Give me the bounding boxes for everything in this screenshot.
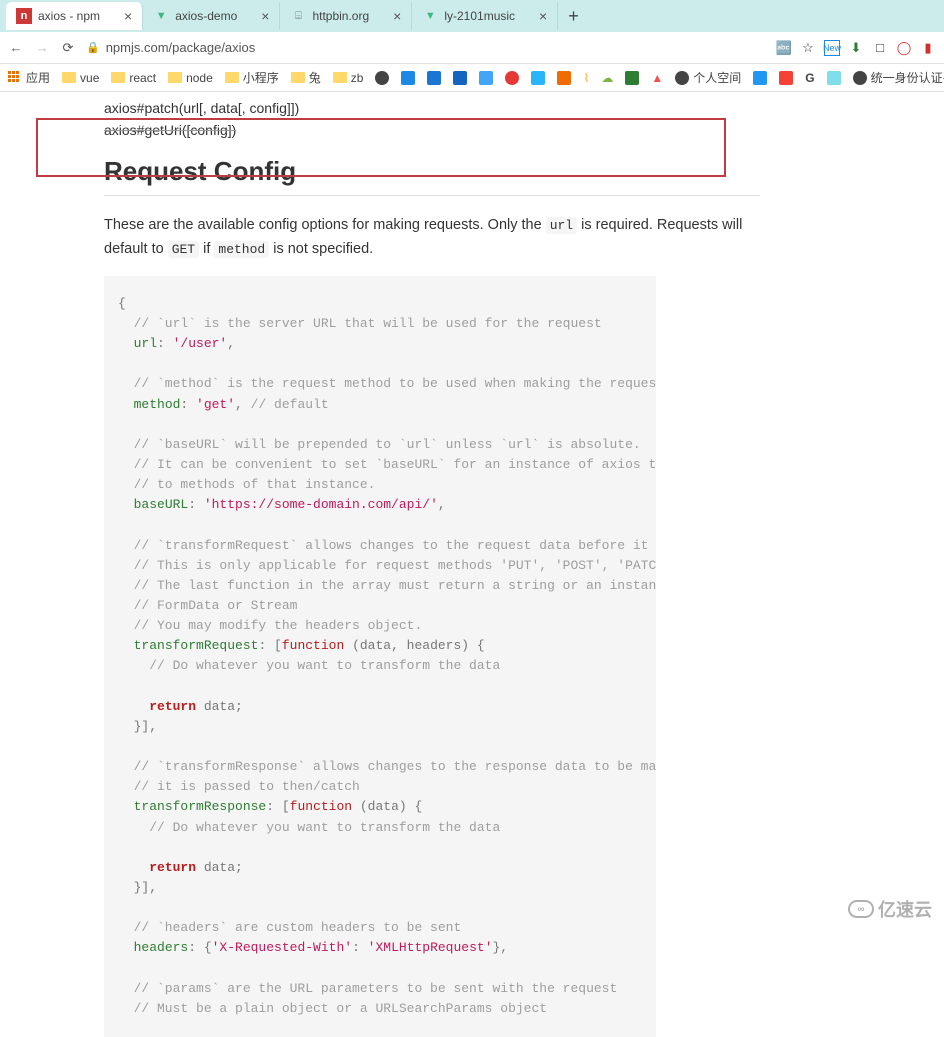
npm-icon: n bbox=[16, 8, 32, 24]
folder-icon bbox=[168, 72, 182, 83]
bookmark-folder[interactable]: 兔 bbox=[291, 69, 321, 86]
bookmark-icon[interactable] bbox=[531, 71, 545, 85]
folder-icon bbox=[111, 72, 125, 83]
flag-icon bbox=[625, 71, 639, 85]
bookmark-folder[interactable]: vue bbox=[62, 71, 99, 85]
bookmark-icon[interactable] bbox=[427, 71, 441, 85]
mi-icon bbox=[827, 71, 841, 85]
folder-icon bbox=[333, 72, 347, 83]
zhi-icon bbox=[453, 71, 467, 85]
code-method: method bbox=[214, 241, 269, 258]
h-icon bbox=[753, 71, 767, 85]
ext-opera-icon[interactable]: ◯ bbox=[896, 40, 912, 56]
close-icon[interactable]: × bbox=[393, 8, 401, 24]
close-icon[interactable]: × bbox=[261, 8, 269, 24]
bookmark-folder[interactable]: node bbox=[168, 71, 213, 85]
page-content: axios#patch(url[, data[, config]]) axios… bbox=[0, 92, 760, 1037]
folder-icon bbox=[291, 72, 305, 83]
tab-label: axios - npm bbox=[38, 9, 100, 23]
tab-label: axios-demo bbox=[175, 9, 237, 23]
watermark: ∞ 亿速云 bbox=[848, 896, 932, 922]
bookmark-icon[interactable] bbox=[625, 71, 639, 85]
address-bar: ← → ⟳ 🔒 npmjs.com/package/axios 🔤 ☆ New … bbox=[0, 32, 944, 64]
translate-icon[interactable]: 🔤 bbox=[776, 40, 792, 56]
new-tab-button[interactable]: + bbox=[568, 6, 579, 27]
bookmark-icon[interactable] bbox=[557, 71, 571, 85]
bili-icon bbox=[531, 71, 545, 85]
ext-f-icon[interactable]: ▮ bbox=[920, 40, 936, 56]
bookmark-auth[interactable]: 统一身份认证平台 bbox=[853, 69, 944, 86]
bookmark-icon[interactable]: ☁ bbox=[601, 71, 613, 85]
ext-down-icon[interactable]: ⬇ bbox=[848, 40, 864, 56]
back-button[interactable]: ← bbox=[8, 40, 24, 55]
tab-httpbin[interactable]: ⌸ httpbin.org × bbox=[280, 2, 412, 30]
bookmark-icon[interactable]: ⌇ bbox=[583, 71, 589, 85]
url-text: npmjs.com/package/axios bbox=[106, 40, 256, 55]
youtube-icon bbox=[779, 71, 793, 85]
lock-icon: 🔒 bbox=[86, 41, 100, 54]
bookmark-icon[interactable] bbox=[479, 71, 493, 85]
vue-icon: ▼ bbox=[153, 8, 169, 24]
browser-tab-bar: n axios - npm × ▼ axios-demo × ⌸ httpbin… bbox=[0, 0, 944, 32]
cloud-icon: ☁ bbox=[601, 71, 613, 85]
c-icon bbox=[557, 71, 571, 85]
watermark-text: 亿速云 bbox=[878, 896, 932, 922]
url-field[interactable]: 🔒 npmjs.com/package/axios bbox=[86, 40, 766, 55]
tab-label: httpbin.org bbox=[312, 9, 369, 23]
code-url: url bbox=[546, 217, 577, 234]
code-get: GET bbox=[168, 241, 199, 258]
wave-icon: ⌇ bbox=[583, 71, 589, 85]
bookmark-icon[interactable] bbox=[375, 71, 389, 85]
bookmark-icon[interactable] bbox=[505, 71, 519, 85]
weibo-icon bbox=[505, 71, 519, 85]
bookmark-icon[interactable] bbox=[779, 71, 793, 85]
fire-icon: ▲ bbox=[651, 71, 663, 85]
bookmark-folder[interactable]: zb bbox=[333, 71, 364, 85]
close-icon[interactable]: × bbox=[124, 8, 132, 24]
bookmark-icon[interactable]: G bbox=[805, 71, 814, 85]
api-method-line: axios#patch(url[, data[, config]]) bbox=[104, 100, 760, 116]
watermark-logo-icon: ∞ bbox=[848, 900, 874, 918]
code-block-request-config: { // `url` is the server URL that will b… bbox=[104, 276, 656, 1037]
bookmark-apps[interactable]: 应用 bbox=[8, 69, 50, 86]
bookmark-folder[interactable]: react bbox=[111, 71, 156, 85]
forward-button[interactable]: → bbox=[34, 40, 50, 55]
ext-panda-icon[interactable]: □ bbox=[872, 40, 888, 56]
highlight-box bbox=[36, 118, 726, 177]
bookmark-folder[interactable]: 小程序 bbox=[225, 69, 279, 86]
bookmark-icon[interactable] bbox=[401, 71, 415, 85]
database-icon: ⌸ bbox=[290, 8, 306, 24]
star-icon[interactable]: ☆ bbox=[800, 40, 816, 56]
globe-icon bbox=[375, 71, 389, 85]
bookmark-icon[interactable] bbox=[453, 71, 467, 85]
yi-icon bbox=[427, 71, 441, 85]
vue-icon: ▼ bbox=[422, 8, 438, 24]
intro-paragraph: These are the available config options f… bbox=[104, 214, 760, 262]
tab-ly2101music[interactable]: ▼ ly-2101music × bbox=[412, 2, 558, 30]
folder-icon bbox=[62, 72, 76, 83]
g-icon: G bbox=[805, 71, 814, 85]
bookmark-space[interactable]: 个人空间 bbox=[675, 69, 741, 86]
apps-icon bbox=[8, 71, 22, 85]
globe-icon bbox=[853, 71, 867, 85]
bookmark-icon[interactable] bbox=[827, 71, 841, 85]
folder-icon bbox=[225, 72, 239, 83]
ext-new-icon[interactable]: New bbox=[824, 40, 840, 56]
close-icon[interactable]: × bbox=[539, 8, 547, 24]
bookmark-icon[interactable]: ▲ bbox=[651, 71, 663, 85]
toolbar-icons: 🔤 ☆ New ⬇ □ ◯ ▮ bbox=[776, 40, 936, 56]
reload-button[interactable]: ⟳ bbox=[60, 40, 76, 56]
paw-icon bbox=[401, 71, 415, 85]
tab-axios-demo[interactable]: ▼ axios-demo × bbox=[143, 2, 280, 30]
tab-label: ly-2101music bbox=[444, 9, 515, 23]
tab-axios-npm[interactable]: n axios - npm × bbox=[6, 2, 143, 30]
bookmark-bar: 应用 vue react node 小程序 兔 zb ⌇ ☁ ▲ 个人空间 G … bbox=[0, 64, 944, 92]
bookmark-icon[interactable] bbox=[753, 71, 767, 85]
globe-icon bbox=[675, 71, 689, 85]
fan-icon bbox=[479, 71, 493, 85]
